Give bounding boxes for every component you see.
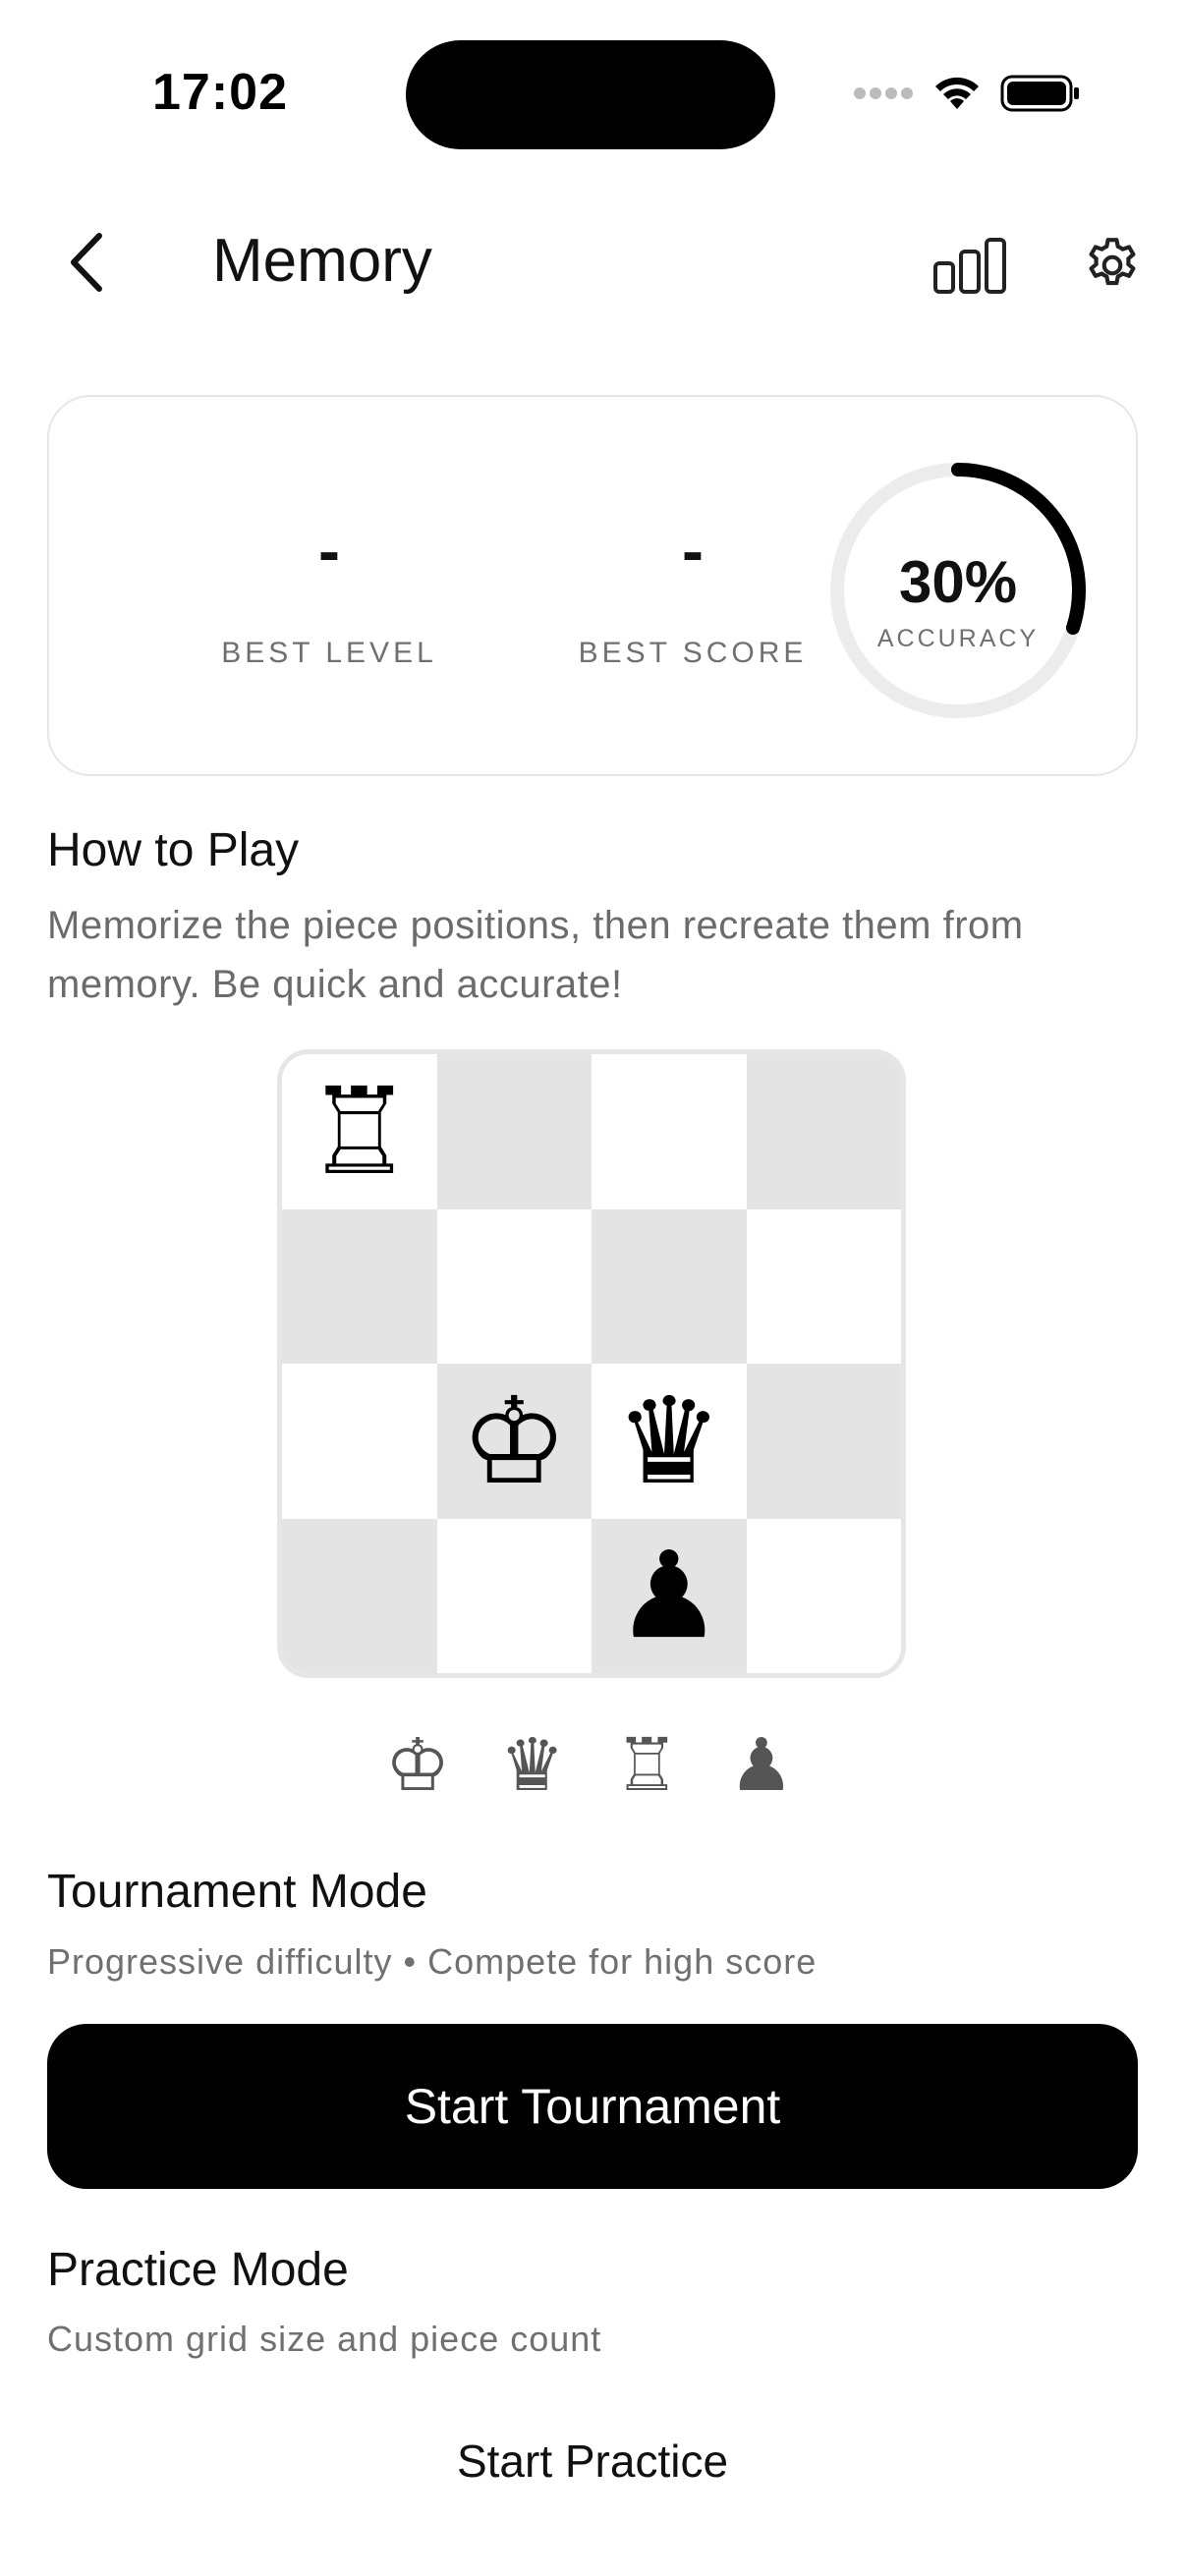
board-cell (282, 1518, 437, 1673)
board-piece: ♛ (615, 1371, 723, 1511)
board-piece: ♟ (615, 1526, 723, 1666)
gear-icon (1089, 238, 1136, 286)
status-time: 17:02 (152, 64, 288, 121)
best-score-value: - (682, 514, 704, 587)
tournament-mode-description: Progressive difficulty • Compete for hig… (47, 1941, 818, 1982)
accuracy-value: 30% (898, 549, 1018, 615)
board-cell (436, 1208, 592, 1364)
board-cell (746, 1364, 901, 1519)
piece-tray: ♔ ♛ ♖ ♟ (373, 1721, 806, 1810)
board-cell (746, 1054, 901, 1209)
settings-button[interactable] (1075, 228, 1150, 303)
battery-icon (1000, 74, 1081, 118)
board-piece: ♖ (306, 1061, 414, 1202)
board-cell (746, 1518, 901, 1673)
best-score-stat: - BEST SCORE (540, 397, 845, 774)
accuracy-ring: 30% ACCURACY (825, 458, 1091, 723)
status-icons (853, 73, 1081, 118)
page-title: Memory (212, 227, 432, 295)
board-cell: ♟ (592, 1518, 747, 1673)
board-cell (436, 1518, 592, 1673)
how-to-play-description: Memorize the piece positions, then recre… (47, 904, 1024, 1006)
accuracy-label: ACCURACY (876, 625, 1040, 652)
signal-dots-icon (853, 86, 914, 105)
best-score-label: BEST SCORE (578, 637, 808, 669)
best-level-value: - (318, 514, 340, 587)
best-level-stat: - BEST LEVEL (177, 397, 481, 774)
board-cell (436, 1054, 592, 1209)
board-piece: ♔ (460, 1371, 568, 1511)
start-tournament-button[interactable]: Start Tournament (47, 2024, 1138, 2189)
stats-card: - BEST LEVEL - BEST SCORE 30% ACCURACY (47, 395, 1138, 776)
board-cell (746, 1208, 901, 1364)
tray-piece: ♛ (499, 1723, 565, 1808)
best-level-label: BEST LEVEL (221, 637, 437, 669)
bar-chart-icon (933, 238, 1006, 294)
board-cell: ♖ (282, 1054, 437, 1209)
memory-screen: 17:02 Memory - BEST LEVEL - BEST SCORE 3… (0, 0, 1185, 2576)
tournament-mode-title: Tournament Mode (47, 1866, 427, 1918)
dynamic-island (406, 40, 775, 149)
board-cell (282, 1208, 437, 1364)
start-practice-button[interactable]: Start Practice (295, 2417, 890, 2505)
stats-button[interactable] (929, 228, 1011, 303)
practice-mode-title: Practice Mode (47, 2244, 349, 2296)
back-button[interactable] (51, 218, 120, 307)
practice-mode-description: Custom grid size and piece count (47, 2319, 602, 2359)
tray-piece: ♔ (384, 1723, 451, 1808)
board-cell: ♔ (436, 1364, 592, 1519)
tray-piece: ♖ (614, 1723, 680, 1808)
wifi-icon (931, 74, 983, 118)
board-cell: ♛ (592, 1364, 747, 1519)
status-bar: 17:02 (0, 0, 1185, 177)
board-cell (592, 1208, 747, 1364)
chevron-left-icon (71, 233, 102, 292)
board-cell (592, 1054, 747, 1209)
how-to-play-title: How to Play (47, 824, 300, 876)
example-board: ♖ ♔ ♛ ♟ (277, 1049, 906, 1678)
board-cell (282, 1364, 437, 1519)
tray-piece: ♟ (728, 1723, 795, 1808)
